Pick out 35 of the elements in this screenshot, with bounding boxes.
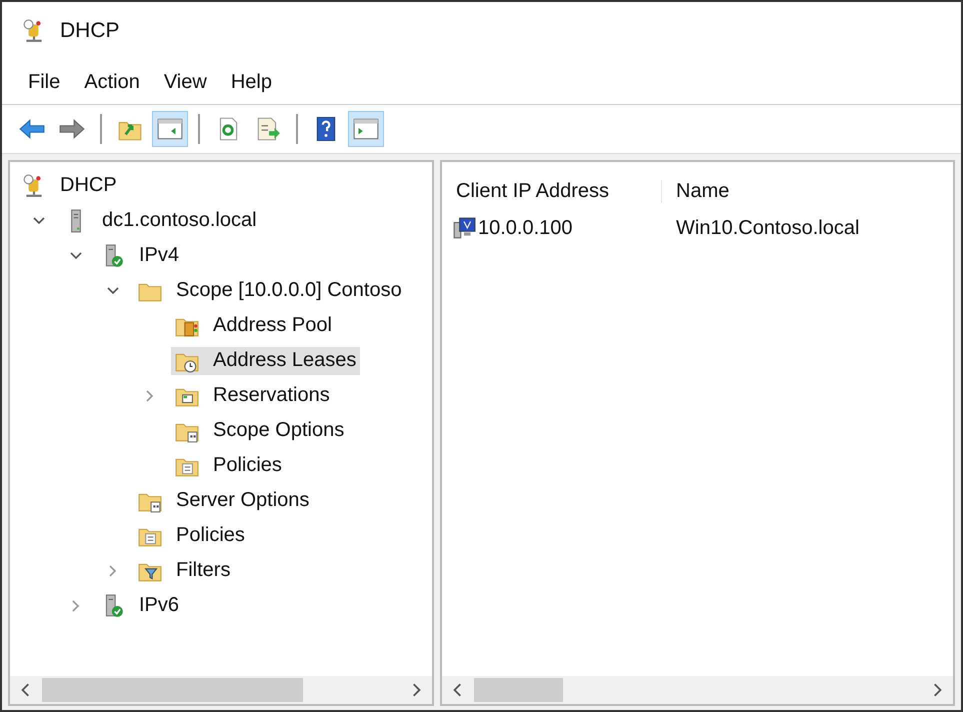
horizontal-scrollbar[interactable] [10, 676, 432, 704]
tree-item[interactable]: Server Options [134, 486, 314, 514]
table-cell: 10.0.0.100 [478, 216, 573, 240]
menu-item[interactable]: File [16, 70, 72, 94]
tree-item[interactable]: Address Pool [171, 312, 336, 340]
forward-arrow-icon [58, 117, 86, 141]
menu-item[interactable]: Action [72, 70, 152, 94]
tree-item[interactable]: dc1.contoso.local [60, 206, 261, 234]
tree-item[interactable]: Policies [134, 522, 249, 550]
menu-item[interactable]: Help [218, 70, 284, 94]
back-arrow-icon [18, 117, 46, 141]
tree-item[interactable]: IPv4 [97, 242, 184, 270]
scrollbar-thumb[interactable] [474, 678, 564, 702]
column-header[interactable]: Client IP Address [442, 180, 662, 202]
computer-icon [452, 216, 476, 240]
tree-item[interactable]: IPv6 [97, 592, 184, 620]
window-title: DHCP [60, 19, 120, 43]
scroll-right-icon[interactable] [931, 682, 943, 698]
tree-item[interactable]: Scope [10.0.0.0] Contoso [134, 276, 406, 304]
table-cell-text: Win10.Contoso.local [675, 216, 860, 240]
tree-item[interactable]: Scope Options [171, 416, 348, 444]
scroll-right-icon[interactable] [410, 682, 422, 698]
menu-item[interactable]: View [152, 70, 219, 94]
scroll-left-icon[interactable] [452, 682, 464, 698]
tree-item[interactable]: Address Leases [171, 346, 360, 374]
tree-item[interactable]: Policies [171, 452, 286, 480]
scrollbar-thumb[interactable] [42, 678, 304, 702]
scroll-left-icon[interactable] [20, 682, 32, 698]
hide-action-pane-icon [352, 117, 380, 141]
tree-item[interactable]: Filters [134, 556, 234, 584]
tree-item[interactable]: Reservations [171, 382, 334, 410]
horizontal-scrollbar[interactable] [442, 676, 953, 704]
tree-item[interactable]: DHCP [18, 172, 121, 200]
column-header[interactable]: Name [662, 180, 730, 202]
hide-tree-icon [156, 117, 184, 141]
